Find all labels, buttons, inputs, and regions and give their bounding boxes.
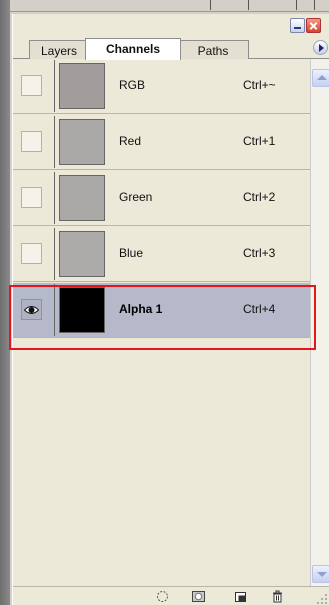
channel-name: Blue [119, 246, 144, 260]
load-channel-as-selection-icon[interactable] [155, 589, 170, 604]
channel-shortcut: Ctrl+3 [243, 246, 276, 260]
channel-row-red[interactable]: Red Ctrl+1 [13, 115, 310, 170]
palette-menu-arrow-icon[interactable] [313, 40, 328, 55]
visibility-toggle[interactable] [21, 75, 42, 96]
tab-layers[interactable]: Layers [29, 40, 89, 59]
scroll-down-button[interactable] [312, 565, 329, 583]
divider [314, 0, 315, 10]
palette-bottom-bar [13, 586, 329, 605]
channel-name: Alpha 1 [119, 302, 163, 316]
vertical-scrollbar[interactable] [310, 59, 329, 586]
delete-channel-icon[interactable] [270, 589, 285, 604]
workspace-edge [0, 0, 10, 605]
palette-titlebar[interactable] [13, 14, 329, 36]
channels-palette: Layers Channels Paths RGB Ctrl+~ Red Ctr… [12, 14, 329, 605]
channel-thumbnail-frame [54, 228, 109, 280]
channel-name: Green [119, 190, 153, 204]
palette-tabs: Layers Channels Paths [13, 36, 329, 60]
scroll-up-button[interactable] [312, 69, 329, 87]
channel-thumbnail [59, 63, 105, 109]
channel-thumbnail-frame [54, 284, 109, 336]
channel-thumbnail-frame [54, 172, 109, 224]
channel-shortcut: Ctrl+~ [243, 78, 276, 92]
channel-shortcut: Ctrl+4 [243, 302, 276, 316]
close-button[interactable] [306, 18, 321, 33]
channel-name: RGB [119, 78, 146, 92]
channel-thumbnail [59, 231, 105, 277]
divider [210, 0, 211, 10]
channel-thumbnail [59, 119, 105, 165]
save-selection-as-channel-icon[interactable] [191, 589, 206, 604]
tab-paths[interactable]: Paths [177, 40, 249, 59]
channel-shortcut: Ctrl+1 [243, 134, 276, 148]
channel-thumbnail-frame [54, 116, 109, 168]
channel-shortcut: Ctrl+2 [243, 190, 276, 204]
divider [296, 0, 297, 10]
channel-thumbnail [59, 175, 105, 221]
resize-grip-icon[interactable] [316, 593, 328, 605]
visibility-toggle[interactable] [21, 131, 42, 152]
new-channel-icon[interactable] [233, 589, 248, 604]
visibility-toggle[interactable] [21, 187, 42, 208]
channel-row-alpha-1[interactable]: Alpha 1 Ctrl+4 [13, 283, 310, 338]
channel-row-blue[interactable]: Blue Ctrl+3 [13, 227, 310, 282]
channel-thumbnail-frame [54, 60, 109, 112]
channel-row-green[interactable]: Green Ctrl+2 [13, 171, 310, 226]
visibility-toggle[interactable] [21, 243, 42, 264]
channel-thumbnail [59, 287, 105, 333]
top-panel-strip [10, 0, 329, 12]
divider [248, 0, 249, 10]
visibility-toggle[interactable] [21, 299, 42, 320]
tab-channels[interactable]: Channels [85, 38, 181, 60]
eye-icon [24, 306, 39, 314]
channel-list: RGB Ctrl+~ Red Ctrl+1 Green Ctrl+2 Blue [13, 59, 310, 586]
channel-row-rgb[interactable]: RGB Ctrl+~ [13, 59, 310, 114]
minimize-button[interactable] [290, 18, 305, 33]
channel-name: Red [119, 134, 142, 148]
